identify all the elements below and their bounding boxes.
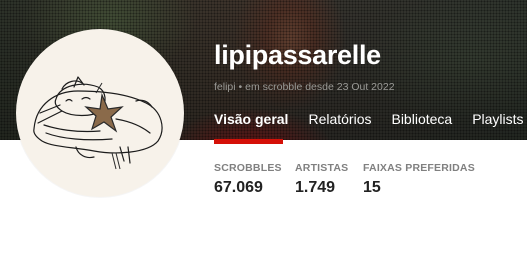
avatar-drawing-icon: [33, 76, 163, 170]
profile-username: lipipassarelle: [214, 40, 381, 70]
stat-loved-tracks-label: FAIXAS PREFERIDAS: [363, 162, 475, 174]
stat-scrobbles[interactable]: SCROBBLES 67.069: [214, 162, 282, 197]
stat-loved-tracks[interactable]: FAIXAS PREFERIDAS 15: [363, 162, 475, 197]
profile-tabs: Visão geral Relatórios Biblioteca Playlists: [214, 110, 527, 140]
tab-reports[interactable]: Relatórios: [308, 110, 371, 128]
stat-scrobbles-label: SCROBBLES: [214, 162, 282, 174]
tab-overview[interactable]: Visão geral: [214, 110, 288, 128]
stat-artists-value: 1.749: [295, 179, 336, 196]
avatar[interactable]: [16, 29, 184, 197]
stat-artists-label: ARTISTAS: [295, 162, 349, 174]
active-tab-indicator: [214, 139, 283, 144]
tab-library[interactable]: Biblioteca: [391, 110, 452, 128]
tab-playlists[interactable]: Playlists: [472, 110, 523, 128]
stat-scrobbles-value: 67.069: [214, 179, 263, 196]
profile-subline: felipi • em scrobble desde 23 Out 2022: [214, 81, 395, 93]
stat-loved-tracks-value: 15: [363, 179, 381, 196]
stat-artists[interactable]: ARTISTAS 1.749: [295, 162, 348, 197]
